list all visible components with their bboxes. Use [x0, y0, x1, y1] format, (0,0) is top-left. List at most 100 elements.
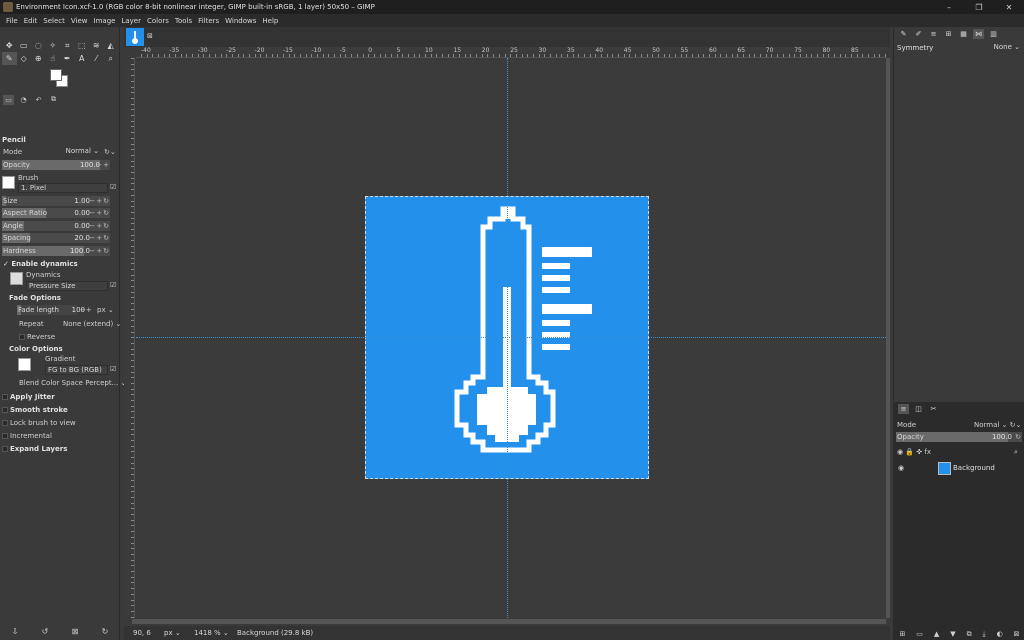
- image-tab-close-icon[interactable]: ⊠: [147, 32, 153, 40]
- layer-visibility-icon[interactable]: ◉: [898, 464, 904, 472]
- menu-view[interactable]: View: [68, 17, 91, 25]
- bucket-fill-icon[interactable]: ◭: [104, 39, 119, 52]
- fade-options-header[interactable]: Fade Options: [9, 294, 61, 302]
- new-layer-icon[interactable]: ⊞: [899, 630, 905, 638]
- unit-dropdown[interactable]: px ⌄: [164, 629, 189, 637]
- smooth-stroke-checkbox[interactable]: [2, 407, 8, 413]
- foreground-color-swatch[interactable]: [50, 69, 62, 81]
- device-status-tab-icon[interactable]: ◔: [18, 95, 29, 105]
- menu-file[interactable]: File: [3, 17, 21, 25]
- brush-preview[interactable]: [2, 176, 15, 189]
- images-tab-icon[interactable]: ⧉: [48, 95, 59, 105]
- horizontal-guide[interactable]: [136, 337, 886, 338]
- raise-layer-icon[interactable]: ▲: [934, 630, 939, 638]
- new-group-icon[interactable]: ▭: [916, 630, 923, 638]
- zoom-dropdown[interactable]: 1418 % ⌄: [194, 629, 234, 637]
- menu-tools[interactable]: Tools: [172, 17, 195, 25]
- canvas-area[interactable]: [136, 58, 886, 618]
- patterns-tab-icon[interactable]: ✐: [913, 29, 924, 39]
- reset-options-icon[interactable]: ↻: [102, 627, 109, 636]
- minimize-button[interactable]: –: [934, 0, 964, 14]
- brushes-tab-icon[interactable]: ✎: [898, 29, 909, 39]
- menu-windows[interactable]: Windows: [222, 17, 259, 25]
- lock-icons[interactable]: ◉ 🔒 ✜ fx: [897, 448, 931, 456]
- menu-help[interactable]: Help: [259, 17, 281, 25]
- eraser-icon[interactable]: ◇: [17, 52, 32, 65]
- fade-unit-dropdown[interactable]: px ⌄: [97, 306, 114, 314]
- gradient-edit-icon[interactable]: ☑: [110, 365, 116, 373]
- merge-layer-icon[interactable]: ⤓: [983, 630, 986, 639]
- undo-history-tab-icon[interactable]: ↶: [33, 95, 44, 105]
- reset-mode-icon[interactable]: ↻⌄: [104, 148, 116, 156]
- menu-colors[interactable]: Colors: [144, 17, 172, 25]
- restore-options-icon[interactable]: ↺: [42, 627, 49, 636]
- lasso-icon[interactable]: ◌: [31, 39, 46, 52]
- dynamics-preview-icon[interactable]: [10, 272, 23, 285]
- mode-dropdown[interactable]: Normal ⌄: [55, 147, 101, 157]
- dynamics-value[interactable]: Pressure Size: [26, 281, 108, 291]
- menu-filters[interactable]: Filters: [195, 17, 222, 25]
- fuzzy-select-icon[interactable]: ✧: [46, 39, 61, 52]
- duplicate-layer-icon[interactable]: ⧉: [967, 630, 972, 639]
- maximize-button[interactable]: ❐: [964, 0, 994, 14]
- gradient-preview[interactable]: [18, 358, 31, 371]
- symmetry-tab-icon[interactable]: ⋈: [973, 29, 984, 39]
- fade-length-stepper[interactable]: −+: [80, 306, 92, 314]
- color-picker-icon[interactable]: ⁄: [89, 52, 104, 65]
- unified-transform-icon[interactable]: ⬚: [75, 39, 90, 52]
- text-tool-icon[interactable]: A: [75, 52, 90, 65]
- layer-row[interactable]: ◉ Background: [896, 461, 1023, 475]
- layers-tab-icon[interactable]: ≡: [898, 404, 909, 414]
- lower-layer-icon[interactable]: ▼: [950, 630, 955, 638]
- delete-options-icon[interactable]: ⊠: [72, 627, 79, 636]
- enable-dynamics-toggle[interactable]: ✓ Enable dynamics: [3, 260, 78, 268]
- palettes-tab-icon[interactable]: ▦: [958, 29, 969, 39]
- brush-edit-icon[interactable]: ☑: [110, 183, 116, 191]
- vertical-ruler[interactable]: [124, 58, 135, 618]
- menu-select[interactable]: Select: [40, 17, 68, 25]
- fonts-tab-icon[interactable]: ≡: [928, 29, 939, 39]
- warp-icon[interactable]: ≋: [89, 39, 104, 52]
- symmetry-dropdown[interactable]: None ⌄: [994, 43, 1020, 51]
- hardness-slider[interactable]: Hardness 100.0 −+↻: [2, 246, 110, 256]
- layer-opacity-slider[interactable]: Opacity 100.0 ↻: [896, 432, 1022, 442]
- paths-tab-icon[interactable]: ✂: [928, 404, 939, 414]
- apply-jitter-checkbox[interactable]: [2, 394, 8, 400]
- clone-icon[interactable]: ⊕: [31, 52, 46, 65]
- save-options-icon[interactable]: ⇩: [12, 627, 19, 636]
- crop-icon[interactable]: ⌗: [60, 39, 75, 52]
- opacity-slider[interactable]: Opacity 100.0 −+: [2, 160, 110, 170]
- color-options-header[interactable]: Color Options: [9, 345, 63, 353]
- layer-mode-dropdown[interactable]: Normal ⌄ ↻⌄: [974, 421, 1021, 429]
- image-tab-thumbnail[interactable]: [126, 28, 144, 46]
- menu-image[interactable]: Image: [91, 17, 119, 25]
- smudge-icon[interactable]: ☝: [46, 52, 61, 65]
- extra-tab-icon[interactable]: ▥: [988, 29, 999, 39]
- mask-layer-icon[interactable]: ◐: [997, 630, 1003, 638]
- tool-options-tab-icon[interactable]: ▭: [3, 94, 14, 105]
- vertical-scrollbar[interactable]: [886, 58, 890, 618]
- move-tool-icon[interactable]: ✥: [2, 39, 17, 52]
- pencil-tool-icon[interactable]: ✎: [2, 52, 17, 65]
- aspect-ratio-slider[interactable]: Aspect Ratio 0.00 −+↻: [2, 208, 110, 218]
- layer-search-icon[interactable]: ⌕: [1014, 448, 1018, 457]
- repeat-dropdown[interactable]: None (extend) ⌄: [63, 320, 121, 328]
- menu-layer[interactable]: Layer: [118, 17, 144, 25]
- channels-tab-icon[interactable]: ◫: [913, 404, 924, 414]
- incremental-checkbox[interactable]: [2, 433, 8, 439]
- fade-length-slider[interactable]: Fade length 100: [17, 305, 85, 315]
- paths-icon[interactable]: ✒: [60, 52, 75, 65]
- fg-bg-colors[interactable]: [50, 69, 70, 89]
- reverse-checkbox[interactable]: [19, 334, 25, 340]
- gradients-tab-icon[interactable]: ⊞: [943, 29, 954, 39]
- menu-edit[interactable]: Edit: [21, 17, 41, 25]
- blend-space-dropdown[interactable]: Blend Color Space Percept... ⌄: [19, 379, 126, 387]
- zoom-icon[interactable]: ⌕: [104, 52, 119, 65]
- rect-select-icon[interactable]: ▭: [17, 39, 32, 52]
- lock-brush-checkbox[interactable]: [2, 420, 8, 426]
- horizontal-ruler[interactable]: -40 -35 -30 -25 -20 -15 -10 -5 0 5 10 15 20 25 30 35 40 4…: [136, 47, 886, 58]
- expand-layers-checkbox[interactable]: [2, 446, 8, 452]
- gradient-value[interactable]: FG to BG (RGB): [45, 365, 108, 375]
- angle-slider[interactable]: Angle 0.00 −+↻: [2, 221, 110, 231]
- horizontal-scrollbar[interactable]: [132, 619, 886, 624]
